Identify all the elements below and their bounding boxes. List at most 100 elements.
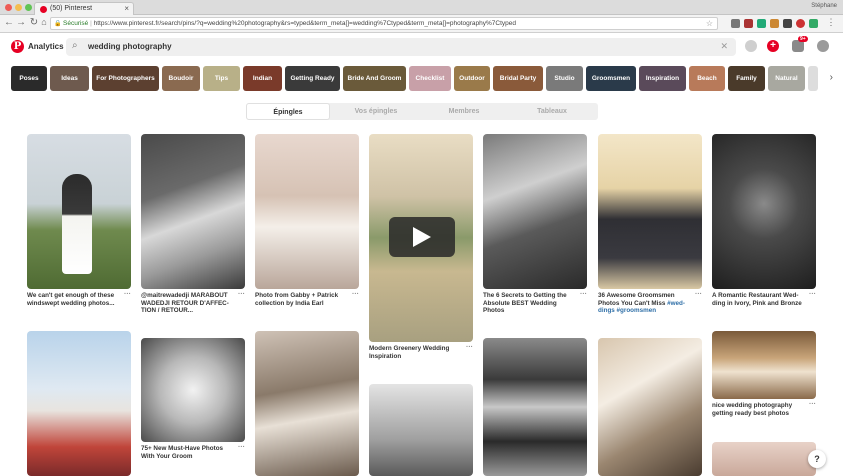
extension-icon[interactable] <box>731 19 740 28</box>
tab-pins[interactable]: Épingles <box>246 103 330 120</box>
tab-people[interactable]: Membres <box>422 103 506 120</box>
extension-icon[interactable] <box>796 19 805 28</box>
guide-chip-label: Boudoir <box>168 75 194 82</box>
pin-card[interactable] <box>255 331 359 476</box>
pin-image[interactable] <box>27 134 131 289</box>
guide-chip[interactable]: Groomsmen <box>586 66 636 91</box>
pin-image[interactable] <box>712 134 816 289</box>
close-tab-icon[interactable]: × <box>124 4 129 13</box>
more-options-icon[interactable]: ··· <box>238 444 245 452</box>
pin-description: 75+ New Must-Have Photos With Your Groom… <box>141 444 245 460</box>
more-options-icon[interactable]: ··· <box>466 344 473 352</box>
pin-card[interactable]: 75+ New Must-Have Photos With Your Groom… <box>141 338 245 460</box>
browser-tab[interactable]: (50) Pinterest × <box>34 2 134 15</box>
extension-icon[interactable] <box>757 19 766 28</box>
guide-chip[interactable]: Checklist <box>409 66 451 91</box>
pin-image[interactable] <box>483 134 587 289</box>
guide-chip-label: For Photographers <box>96 75 155 82</box>
maximize-window-icon[interactable] <box>25 4 32 11</box>
back-icon[interactable]: ← <box>4 17 14 28</box>
close-window-icon[interactable] <box>5 4 12 11</box>
more-options-icon[interactable]: ··· <box>238 291 245 299</box>
guide-chip[interactable]: Beach <box>689 66 725 91</box>
browser-user[interactable]: Stéphane <box>811 3 837 9</box>
pin-image[interactable] <box>712 331 816 399</box>
guide-chip-partial[interactable] <box>808 66 818 91</box>
address-bar[interactable]: 🔒 Sécurisé | https://www.pinterest.fr/se… <box>50 17 718 30</box>
tab-boards[interactable]: Tableaux <box>510 103 594 120</box>
pinterest-logo-icon[interactable]: P <box>11 40 24 53</box>
guide-chip-label: Natural <box>775 75 798 82</box>
more-options-icon[interactable]: ··· <box>809 401 816 409</box>
pin-description: The 6 Secrets to Getting the Absolute BE… <box>483 291 587 314</box>
search-bar[interactable]: ⌕ wedding photography ✕ <box>66 38 736 56</box>
browser-menu-icon[interactable]: ⋮ <box>826 17 836 28</box>
create-pin-plus-icon[interactable]: + <box>767 40 779 52</box>
pin-card[interactable]: 36 Awesome Groomsmen Photos You Can't Mi… <box>598 134 702 315</box>
forward-icon[interactable]: → <box>16 17 26 28</box>
pin-image[interactable] <box>598 338 702 476</box>
help-button[interactable]: ? <box>808 450 826 468</box>
guide-chip[interactable]: Getting Ready <box>285 66 340 91</box>
extension-icon[interactable] <box>744 19 753 28</box>
pin-card[interactable] <box>369 384 473 476</box>
more-options-icon[interactable]: ··· <box>580 291 587 299</box>
guide-chip[interactable]: Outdoor <box>454 66 490 91</box>
play-icon <box>413 227 431 247</box>
profile-avatar[interactable] <box>817 40 829 52</box>
pin-image[interactable] <box>712 442 816 476</box>
extension-icon[interactable] <box>783 19 792 28</box>
extension-icon[interactable] <box>770 19 779 28</box>
pin-card[interactable]: @maitrewadedji MARABOUT WADEDJI RETOUR D… <box>141 134 245 315</box>
pin-image[interactable] <box>255 134 359 289</box>
pin-image[interactable] <box>483 338 587 476</box>
guide-chip[interactable]: Bride And Groom <box>343 66 406 91</box>
guide-chip-label: Beach <box>697 75 717 82</box>
more-options-icon[interactable]: ··· <box>695 291 702 299</box>
pin-card[interactable]: A Romantic Restaurant Wed- ding in Ivory… <box>712 134 816 307</box>
more-options-icon[interactable]: ··· <box>124 291 131 299</box>
pin-image[interactable] <box>141 134 245 289</box>
home-icon[interactable]: ⌂ <box>39 17 49 27</box>
pin-image[interactable] <box>598 134 702 289</box>
extension-icon[interactable] <box>809 19 818 28</box>
pin-card[interactable] <box>598 338 702 476</box>
guide-chip[interactable]: Family <box>728 66 765 91</box>
pin-card[interactable] <box>712 442 816 476</box>
analytics-link[interactable]: Analytics <box>28 42 64 51</box>
pin-card[interactable] <box>483 338 587 476</box>
guide-chip-label: Studio <box>554 75 575 82</box>
guide-chip[interactable]: Bridal Party <box>493 66 543 91</box>
pin-image[interactable] <box>255 331 359 476</box>
guide-chip[interactable]: Ideas <box>50 66 89 91</box>
reload-icon[interactable]: ↻ <box>29 17 39 28</box>
guide-chip[interactable]: Inspiration <box>639 66 686 91</box>
pin-card[interactable]: The 6 Secrets to Getting the Absolute BE… <box>483 134 587 315</box>
minimize-window-icon[interactable] <box>15 4 22 11</box>
guide-chip[interactable]: Tips <box>203 66 240 91</box>
guide-chip[interactable]: For Photographers <box>92 66 159 91</box>
pin-image[interactable] <box>141 338 245 442</box>
chevron-right-icon[interactable]: › <box>830 72 833 83</box>
guide-chip[interactable]: Natural <box>768 66 805 91</box>
search-input[interactable]: wedding photography <box>88 42 172 51</box>
pin-image[interactable] <box>27 331 131 476</box>
video-play-button[interactable] <box>389 217 455 257</box>
tab-your-pins[interactable]: Vos épingles <box>334 103 418 120</box>
pin-card[interactable]: We can't get enough of these windswept w… <box>27 134 131 307</box>
clear-search-icon[interactable]: ✕ <box>720 41 728 52</box>
guide-chip[interactable]: Boudoir <box>162 66 200 91</box>
more-options-icon[interactable]: ··· <box>352 291 359 299</box>
notification-badge: 9+ <box>798 36 808 42</box>
guide-chip[interactable]: Indian <box>243 66 282 91</box>
browser-tab-title: (50) Pinterest <box>50 5 93 12</box>
pin-card[interactable]: nice wedding photography getting ready b… <box>712 331 816 417</box>
pin-card[interactable]: Photo from Gabby + Patrick collection by… <box>255 134 359 307</box>
pin-card[interactable] <box>27 331 131 476</box>
guide-chip[interactable]: Poses <box>11 66 47 91</box>
pin-image[interactable] <box>369 384 473 476</box>
bookmark-star-icon[interactable]: ☆ <box>706 19 713 28</box>
explore-compass-icon[interactable] <box>745 40 757 52</box>
more-options-icon[interactable]: ··· <box>809 291 816 299</box>
guide-chip[interactable]: Studio <box>546 66 583 91</box>
